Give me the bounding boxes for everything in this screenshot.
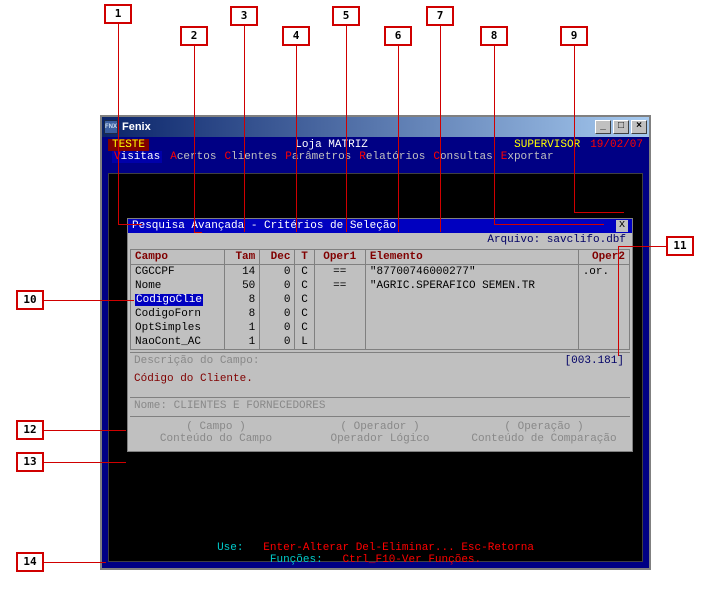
annotation-2: 2 [180,26,208,46]
col-campo[interactable]: Campo [131,250,225,265]
menu-item[interactable]: Visitas [112,151,162,163]
annotation-10: 10 [16,290,44,310]
table-row[interactable]: CodigoForn80C [131,307,629,321]
col-elemento[interactable]: Elemento [365,250,578,265]
annotation-3: 3 [230,6,258,26]
status-func-label: Funções: [270,554,323,566]
minimize-button[interactable]: _ [595,120,611,134]
col-dec[interactable]: Dec [260,250,295,265]
menu-item[interactable]: Clientes [224,151,277,163]
name-value: CLIENTES E FORNECEDORES [174,400,326,412]
dialog-titlebar[interactable]: Pesquisa Avançada - Critérios de Seleção… [128,219,632,233]
header-row: TESTE Loja MATRIZ SUPERVISOR 19/02/07 [102,137,649,151]
annotation-4: 4 [282,26,310,46]
status-use-keys: Enter-Alterar Del-Eliminar... Esc-Retorn… [263,542,534,554]
close-button[interactable]: × [631,120,647,134]
mode-badge: TESTE [108,139,149,151]
annotation-12: 12 [16,420,44,440]
table-row[interactable]: Nome500C=="AGRIC.SPERAFICO SEMEN.TR [131,279,629,293]
table-row[interactable]: NaoCont_AC10L [131,335,629,349]
titlebar[interactable]: FNX Fenix _ □ × [102,117,649,137]
annotation-13: 13 [16,452,44,472]
annotation-6: 6 [384,26,412,46]
dialog-close-icon[interactable]: x [616,220,628,232]
col-t[interactable]: T [295,250,314,265]
search-dialog: Pesquisa Avançada - Critérios de Seleção… [127,218,633,452]
file-value: savclifo.dbf [547,234,626,246]
dialog-title: Pesquisa Avançada - Critérios de Seleção [132,220,616,232]
criteria-grid[interactable]: Campo Tam Dec T Oper1 Elemento Oper2 CGC… [130,249,630,350]
col-oper2[interactable]: Oper2 [578,250,629,265]
table-row[interactable]: CGCCPF140C=="87700746000277".or. [131,265,629,280]
name-label: Nome: [134,400,167,412]
footer-col: ( Campo )Conteúdo do Campo [134,421,298,445]
menubar[interactable]: VisitasAcertosClientesParâmetrosRelatóri… [102,151,649,165]
file-label: Arquivo: [487,234,540,246]
col-oper1[interactable]: Oper1 [314,250,365,265]
date-label: 19/02/07 [590,139,643,151]
table-row[interactable]: OptSimples10C [131,321,629,335]
app-body: TESTE Loja MATRIZ SUPERVISOR 19/02/07 Vi… [102,137,649,568]
status-use-label: Use: [217,542,243,554]
footer-columns: ( Campo )Conteúdo do Campo( Operador )Op… [130,416,630,449]
table-row[interactable]: CodigoClie80C [131,293,629,307]
annotation-9: 9 [560,26,588,46]
annotation-7: 7 [426,6,454,26]
app-window: FNX Fenix _ □ × TESTE Loja MATRIZ SUPERV… [100,115,651,570]
description-box: [003.181] Descrição do Campo: Código do … [130,352,630,395]
role-label: SUPERVISOR [514,139,580,151]
annotation-11: 11 [666,236,694,256]
statusbar: Use: Enter-Alterar Del-Eliminar... Esc-R… [102,542,649,566]
footer-col: ( Operador )Operador Lógico [298,421,462,445]
file-row: Arquivo: savclifo.dbf [128,233,632,247]
store-name: Loja MATRIZ [149,139,514,151]
description-value: Código do Cliente. [134,373,626,385]
menu-item[interactable]: Exportar [501,151,554,163]
name-row: Nome: CLIENTES E FORNECEDORES [130,397,630,414]
annotation-1: 1 [104,4,132,24]
menu-item[interactable]: Consultas [433,151,492,163]
maximize-button[interactable]: □ [613,120,629,134]
footer-col: ( Operação )Conteúdo de Comparação [462,421,626,445]
annotation-5: 5 [332,6,360,26]
description-label: Descrição do Campo: [134,355,626,367]
col-tam[interactable]: Tam [225,250,260,265]
menu-item[interactable]: Relatórios [359,151,425,163]
record-index: [003.181] [565,355,624,367]
annotation-14: 14 [16,552,44,572]
client-area: Pesquisa Avançada - Critérios de Seleção… [108,173,643,562]
annotation-8: 8 [480,26,508,46]
status-func-keys: Ctrl_F10-Ver Funções. [343,554,482,566]
window-title: Fenix [122,121,593,133]
app-icon: FNX [104,120,118,134]
